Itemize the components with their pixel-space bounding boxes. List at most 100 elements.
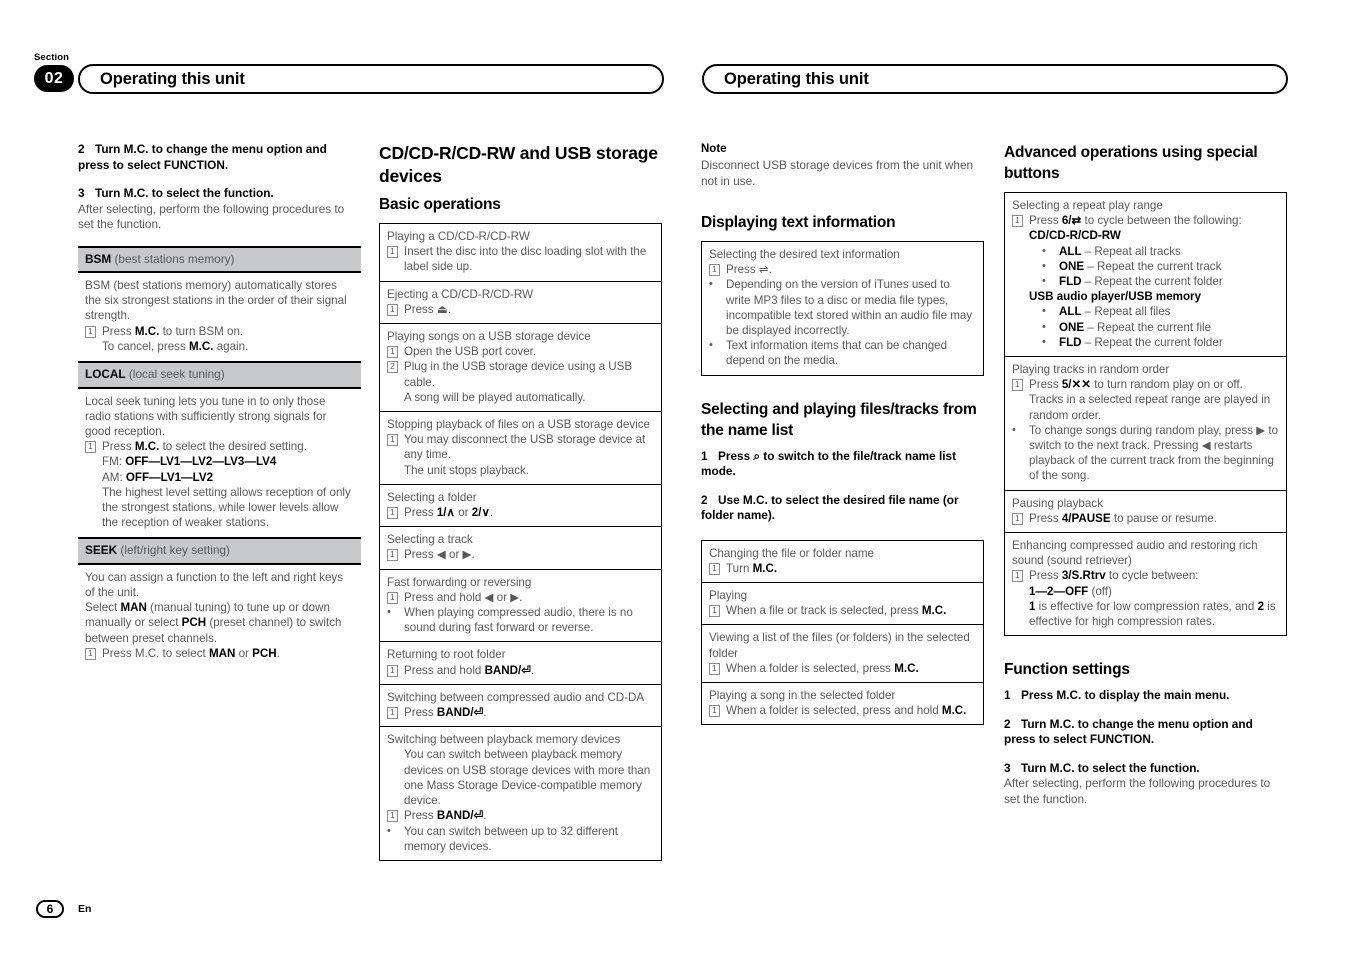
local-fm-row: FM: OFF—LV1—LV2—LV3—LV4: [85, 454, 354, 469]
section-tab: Section 02: [34, 52, 78, 92]
col3-step-1: 1 Press ⌕ to switch to the file/track nam…: [701, 449, 984, 480]
row-title: Viewing a list of the files (or folders)…: [709, 631, 970, 660]
row-step: 1 Press 6/⇄ to cycle between the followi…: [1012, 213, 1279, 228]
table-row: Playing songs on a USB storage device 1 Op…: [380, 324, 661, 413]
row-step: 1 Press and hold BAND/⏎.: [387, 663, 654, 678]
col3-step-2: 2 Use M.C. to select the desired file nam…: [701, 493, 984, 524]
row-line-text: Press ⏏.: [404, 302, 452, 316]
row-step: 2 Plug in the USB storage device using a …: [387, 359, 654, 389]
row-step-sub: Tracks in a selected repeat range are pl…: [1029, 393, 1271, 422]
column-3: Note Disconnect USB storage devices from…: [701, 142, 984, 726]
table-row: Playing tracks in random order 1 Press 5…: [1005, 357, 1286, 491]
row-step: 1 Open the USB port cover.: [387, 344, 654, 359]
column-1: 2 Turn M.C. to change the menu option and…: [78, 142, 361, 668]
function-name-bsm: (best stations memory): [114, 251, 235, 266]
local-fm-label: FM:: [102, 455, 126, 469]
function-name-seek: (left/right key setting): [120, 543, 230, 558]
bsm-step-1-sub: To cancel, press M.C. again.: [85, 339, 354, 354]
function-code-bsm: BSM: [85, 251, 112, 266]
row-title: Switching between compressed audio and C…: [387, 690, 645, 704]
row-step: 1 Press 3/S.Rtrv to cycle between:: [1012, 568, 1279, 583]
col1-step-2-number: 2: [78, 142, 85, 156]
row-step: 1 You may disconnect the USB storage devi…: [387, 432, 654, 462]
table-row: Selecting the desired text information 1…: [702, 242, 983, 375]
step-marker: 2: [387, 359, 404, 374]
group-item: • ONE – Repeat the current file: [1042, 320, 1212, 334]
local-step-1: 1 Press M.C. to select the desired setti…: [85, 439, 354, 454]
heading-displaying-text: Displaying text information: [701, 214, 896, 231]
row-step-sub: You can switch between playback memory d…: [387, 747, 654, 808]
table-row: Pausing playback 1 Press 4/PAUSE to paus…: [1005, 491, 1286, 534]
col2-subtitle: Basic operations: [379, 196, 501, 213]
bsm-sub-pre: To cancel, press: [102, 339, 189, 353]
basic-operations-table: Playing a CD/CD-R/CD-RW 1 Insert the disc …: [379, 223, 662, 861]
step-marker: 1: [709, 262, 726, 277]
row-line-text: Turn M.C.: [726, 561, 778, 575]
step-marker: 1: [387, 344, 404, 359]
row-step: 1 Turn M.C.: [709, 561, 976, 576]
row-line-text: Press BAND/⏎.: [404, 809, 487, 823]
row-bullet: • Text information items that can be cha…: [709, 338, 976, 368]
random-key-icon: 5/✕✕: [1061, 378, 1091, 392]
table-row: Fast forwarding or reversing 1 Press and h…: [380, 570, 661, 643]
col4-step-3-body: After selecting, perform the following p…: [1004, 776, 1271, 806]
table-row: Playing 1 When a file or track is selected…: [702, 583, 983, 626]
bullet-icon: •: [387, 824, 391, 837]
row-bullet: • You can switch between up to 32 differe…: [387, 824, 654, 854]
row-values: 1—2—OFF (off): [1029, 584, 1112, 598]
row-title: Stopping playback of files on a USB stor…: [387, 418, 650, 432]
row-step: 1 Press 1/∧ or 2/∨.: [387, 505, 654, 520]
group-label: CD/CD-R/CD-RW: [1029, 229, 1121, 243]
row-line-text: Press 1/∧ or 2/∨.: [404, 506, 494, 520]
col4-step-1-number: 1: [1004, 688, 1011, 703]
col2-title: CD/CD-R/CD-RW and USB storage devices: [379, 143, 658, 186]
function-code-local: LOCAL: [85, 367, 126, 382]
function-body-local: Local seek tuning lets you tune in to on…: [78, 389, 361, 538]
repeat-key-icon: 6/⇄: [1061, 214, 1082, 228]
table-row: Enhancing compressed audio and restoring…: [1005, 533, 1286, 635]
bullet-icon: •: [1012, 423, 1016, 436]
row-step: 1 Press BAND/⏎.: [387, 808, 654, 823]
row-line-text: Press ◀ or ▶.: [404, 548, 475, 562]
row-line-text: Insert the disc into the disc loading sl…: [404, 245, 647, 274]
table-row: Playing a song in the selected folder 1 Wh…: [702, 683, 983, 724]
row-step: 1 Insert the disc into the disc loading s…: [387, 244, 654, 274]
bsm-sub-post: again.: [213, 339, 249, 353]
row-title: Playing a song in the selected folder: [709, 689, 896, 703]
text-information-table: Selecting the desired text information 1…: [701, 241, 984, 376]
row-step-text: Press ⇌.: [726, 263, 772, 277]
col4-step-1-text: Press M.C. to display the main menu.: [1021, 688, 1230, 703]
local-am-row: AM: OFF—LV1—LV2: [85, 470, 354, 485]
special-buttons-table: Selecting a repeat play range 1 Press 6/…: [1004, 192, 1287, 637]
table-row: Ejecting a CD/CD-R/CD-RW 1 Press ⏏.: [380, 282, 661, 325]
group-label: USB audio player/USB memory: [1029, 290, 1202, 304]
step-marker: 1: [387, 505, 404, 520]
step-marker: 1: [85, 439, 102, 454]
step-marker: 1: [387, 808, 404, 823]
group-item: • ALL – Repeat all tracks: [1042, 244, 1181, 258]
row-bullet: • To change songs during random play, pr…: [1012, 423, 1279, 483]
row-bullet: • When playing compressed audio, there is…: [387, 605, 654, 635]
local-am-label: AM:: [102, 470, 126, 484]
local-step-pre: Press: [102, 440, 135, 454]
bullet-icon: •: [1042, 305, 1046, 318]
row-title: Selecting a folder: [387, 490, 477, 504]
row-line-text: When a folder is selected, press and hol…: [726, 704, 967, 718]
bsm-step-1: 1 Press M.C. to turn BSM on.: [85, 324, 354, 339]
table-row: Selecting a folder 1 Press 1/∧ or 2/∨.: [380, 485, 661, 528]
row-title: Changing the file or folder name: [709, 546, 874, 560]
group-item: • FLD – Repeat the current folder: [1042, 335, 1223, 349]
step-marker: 1: [387, 302, 404, 317]
bullet-icon: •: [1042, 335, 1046, 348]
running-head-left: Operating this unit: [78, 64, 664, 94]
table-row: Switching between playback memory device…: [380, 727, 661, 860]
row-line-text: Press BAND/⏎.: [404, 706, 487, 720]
section-number-badge: 02: [34, 65, 74, 92]
step-marker: 1: [387, 590, 404, 605]
step-marker: 1: [387, 244, 404, 259]
row-title: Playing a CD/CD-R/CD-RW: [387, 230, 530, 243]
row-step-sub: A song will be played automatically.: [387, 390, 654, 405]
bullet-icon: •: [387, 606, 391, 619]
row-line-text: A song will be played automatically.: [404, 390, 586, 404]
name-list-table: Changing the file or folder name 1 Turn M.…: [701, 539, 984, 726]
